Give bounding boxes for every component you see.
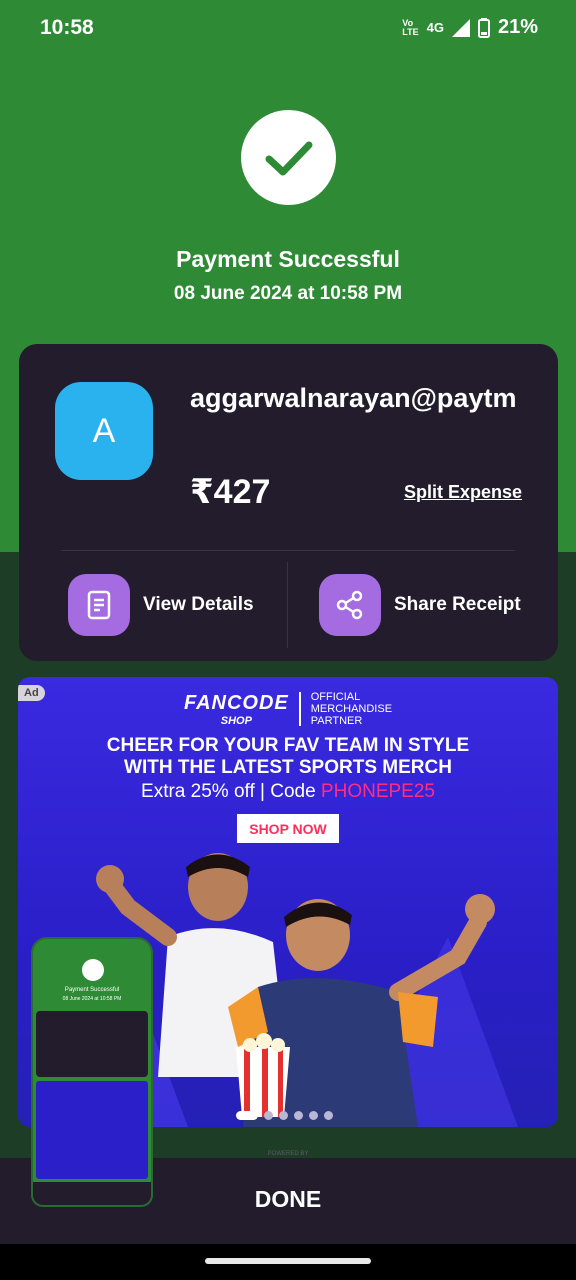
preview-title: Payment Successful — [64, 987, 120, 993]
carousel-dot[interactable] — [279, 1111, 288, 1120]
view-details-button[interactable]: View Details — [68, 574, 254, 636]
promo-code: PHONEPE25 — [320, 781, 435, 802]
carousel-dot[interactable] — [324, 1111, 333, 1120]
shop-now-button[interactable]: SHOP NOW — [237, 814, 339, 843]
home-indicator[interactable] — [205, 1258, 371, 1264]
document-icon — [68, 574, 130, 636]
share-icon — [319, 574, 381, 636]
divider — [61, 550, 515, 551]
ad-offer: Extra 25% off | Code PHONEPE25 — [141, 781, 435, 802]
transaction-card: A aggarwalnarayan@paytm ₹427 Split Expen… — [19, 344, 558, 661]
payment-datetime: 08 June 2024 at 10:58 PM — [173, 283, 403, 304]
preview-card — [36, 1011, 148, 1077]
carousel-dot[interactable] — [294, 1111, 303, 1120]
check-icon — [82, 959, 104, 981]
carousel-dot[interactable] — [236, 1111, 258, 1120]
share-receipt-button[interactable]: Share Receipt — [319, 574, 521, 636]
carousel-dots — [236, 1111, 333, 1120]
signal-icon — [451, 18, 470, 37]
amount: ₹427 — [190, 473, 271, 511]
status-bar: 10:58 Vo LTE 4G 21% — [0, 0, 576, 56]
recipient-upi-id: aggarwalnarayan@paytm — [190, 383, 517, 413]
screenshot-preview-thumbnail[interactable]: Payment Successful 08 June 2024 at 10:58… — [31, 937, 153, 1207]
avatar: A — [55, 382, 153, 480]
network-type: 4G — [426, 20, 444, 35]
status-icons: Vo LTE 4G 21% — [402, 16, 538, 39]
preview-bottom-bar — [33, 1182, 151, 1205]
status-time: 10:58 — [40, 16, 94, 39]
carousel-dot[interactable] — [309, 1111, 318, 1120]
preview-ad — [36, 1081, 148, 1179]
split-expense-link[interactable]: Split Expense — [404, 482, 522, 503]
payment-status-title: Payment Successful — [176, 246, 400, 272]
view-details-label: View Details — [143, 594, 254, 615]
volte-icon: Vo LTE — [402, 17, 419, 37]
carousel-dot[interactable] — [264, 1111, 273, 1120]
battery-icon — [477, 17, 490, 38]
ad-headline: CHEER FOR YOUR FAV TEAM IN STYLE WITH TH… — [106, 735, 470, 778]
ad-brand-logo: FANCODE SHOP OFFICIAL MERCHANDISE PARTNE… — [183, 691, 393, 727]
success-check-icon — [241, 110, 336, 205]
vertical-divider — [287, 562, 288, 648]
preview-date: 08 June 2024 at 10:58 PM — [62, 996, 122, 1002]
battery-percent: 21% — [497, 16, 538, 38]
share-receipt-label: Share Receipt — [394, 594, 521, 615]
